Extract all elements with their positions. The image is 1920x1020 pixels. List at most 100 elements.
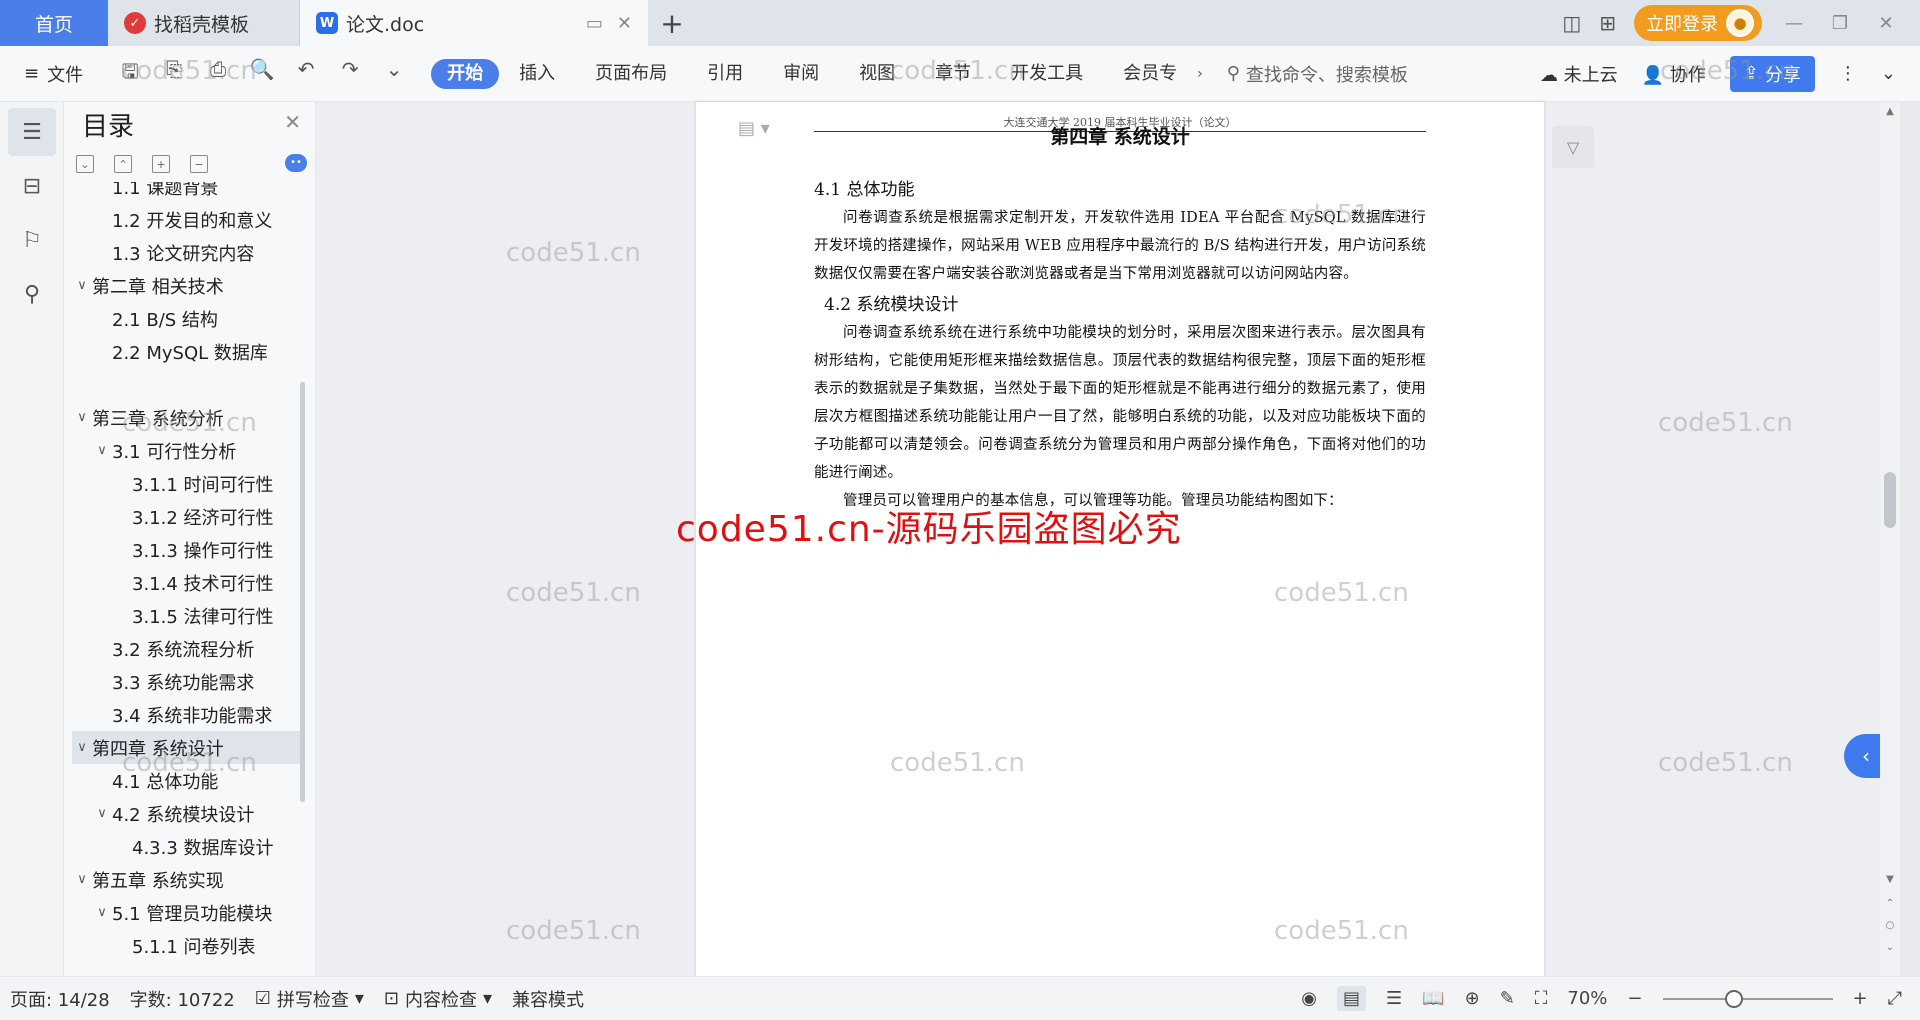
tab-daoke-templates[interactable]: ✓ 找稻壳模板	[108, 0, 300, 46]
toc-item[interactable]: 3.1.5 法律可行性	[72, 599, 304, 632]
export-icon[interactable]: ⎘	[161, 57, 187, 91]
page-view-icon[interactable]: ▤	[1337, 986, 1367, 1011]
filter-panel-icon[interactable]: ▽	[1552, 126, 1594, 168]
undo-icon[interactable]: ↶	[293, 57, 319, 91]
save-icon[interactable]: 🖫	[117, 57, 143, 91]
file-menu-button[interactable]: ≡ 文件	[0, 61, 107, 87]
word-count[interactable]: 字数: 10722	[120, 986, 245, 1012]
toc-item[interactable]: 1.1 课题背景	[72, 182, 304, 203]
toc-item[interactable]: ∨ 第五章 系统实现	[72, 863, 304, 896]
fit-page-icon[interactable]: ⛶	[1535, 988, 1548, 1009]
ribbon-tab-insert[interactable]: 插入	[499, 59, 575, 89]
document-body[interactable]: 第四章 系统设计 4.1 总体功能 问卷调查系统是根据需求定制开发，开发软件选用…	[814, 116, 1426, 515]
add-heading-icon[interactable]: +	[152, 155, 170, 173]
cloud-status-button[interactable]: ☁ 未上云	[1540, 61, 1618, 87]
toc-item[interactable]: 3.1.2 经济可行性	[72, 500, 304, 533]
fullscreen-icon[interactable]: ⤢	[1888, 988, 1902, 1009]
ribbon-tab-member[interactable]: 会员专	[1103, 59, 1197, 89]
close-toc-icon[interactable]: ✕	[284, 110, 301, 134]
scroll-down-icon[interactable]: ▼	[1880, 874, 1900, 885]
page-menu-icon[interactable]: ▤ ▾	[738, 118, 770, 139]
minimize-icon[interactable]: —	[1780, 13, 1808, 34]
tab-document[interactable]: W 论文.doc ▭ ✕	[300, 0, 648, 46]
ribbon-tab-developer[interactable]: 开发工具	[991, 59, 1103, 89]
page-counter[interactable]: 页面: 14/28	[0, 986, 120, 1012]
bookmark-icon[interactable]: ⚐	[8, 216, 56, 264]
ai-toc-icon[interactable]: ••	[285, 154, 307, 172]
layout-icon[interactable]: ◫	[1562, 11, 1581, 35]
print-icon[interactable]: ⎙	[205, 57, 231, 91]
remove-heading-icon[interactable]: −	[190, 155, 208, 173]
tab-home[interactable]: 首页	[0, 0, 108, 46]
collaborate-button[interactable]: 👤 协作	[1642, 61, 1706, 87]
toc-item[interactable]: ∨ 4.2 系统模块设计	[72, 797, 304, 830]
ribbon-tab-references[interactable]: 引用	[687, 59, 763, 89]
pin-window-icon[interactable]: ▭	[586, 13, 603, 34]
more-options-icon[interactable]: ⋮	[1839, 63, 1857, 84]
vertical-scrollbar[interactable]: ▲ ▼ ⌃ ○ ⌄	[1880, 102, 1900, 976]
spell-check-button[interactable]: ☑ 拼写检查 ▾	[245, 986, 374, 1012]
toc-item[interactable]: ∨ 第二章 相关技术	[72, 269, 304, 302]
redo-icon[interactable]: ↷	[337, 57, 363, 91]
chevron-down-icon[interactable]: ∨	[92, 806, 112, 821]
toc-item[interactable]: 3.1.4 技术可行性	[72, 566, 304, 599]
apps-grid-icon[interactable]: ⊞	[1599, 11, 1616, 35]
zoom-level[interactable]: 70%	[1567, 988, 1607, 1009]
ribbon-tab-start[interactable]: 开始	[431, 58, 500, 89]
chevron-down-icon[interactable]: ∨	[72, 872, 92, 887]
chevron-down-icon[interactable]: ∨	[92, 443, 112, 458]
toc-scrollbar[interactable]	[300, 382, 305, 802]
prev-page-icon[interactable]: ⌃	[1880, 898, 1900, 909]
toc-item[interactable]: ∨ 第三章 系统分析	[72, 401, 304, 434]
expand-all-icon[interactable]: ⌄	[76, 155, 94, 173]
ribbon-tab-section[interactable]: 章节	[915, 59, 991, 89]
toc-item[interactable]: ∨ 3.1 可行性分析	[72, 434, 304, 467]
collapse-ribbon-icon[interactable]: ⌄	[1881, 63, 1896, 84]
toc-item[interactable]: 3.1.1 时间可行性	[72, 467, 304, 500]
print-preview-icon[interactable]: 🔍	[249, 57, 275, 91]
login-button[interactable]: 立即登录 ●	[1634, 5, 1762, 41]
toc-item[interactable]: 4.1 总体功能	[72, 764, 304, 797]
toc-item[interactable]: 4.3.3 数据库设计	[72, 830, 304, 863]
toc-item[interactable]: 3.2 系统流程分析	[72, 632, 304, 665]
close-window-icon[interactable]: ✕	[1872, 13, 1900, 34]
write-mode-icon[interactable]: ✎	[1500, 988, 1515, 1009]
zoom-in-icon[interactable]: +	[1853, 988, 1868, 1009]
eye-protection-icon[interactable]: ◉	[1301, 988, 1317, 1009]
chevron-down-icon[interactable]: ∨	[92, 905, 112, 920]
zoom-slider-knob[interactable]	[1724, 989, 1743, 1008]
chevron-down-icon[interactable]: ∨	[72, 410, 92, 425]
web-view-icon[interactable]: ⊕	[1465, 988, 1480, 1009]
close-tab-icon[interactable]: ✕	[617, 13, 632, 34]
toc-panel-icon[interactable]: ☰	[8, 108, 56, 156]
content-check-button[interactable]: ⊡ 内容检查 ▾	[374, 986, 502, 1012]
ribbon-tab-page-layout[interactable]: 页面布局	[575, 59, 687, 89]
toc-item[interactable]: ∨ 5.1 管理员功能模块	[72, 896, 304, 929]
toc-item[interactable]: 2.2 MySQL 数据库	[72, 335, 304, 368]
collapse-all-icon[interactable]: ⌃	[114, 155, 132, 173]
reading-view-icon[interactable]: 📖	[1422, 988, 1444, 1009]
restore-icon[interactable]: ❐	[1826, 13, 1854, 34]
chevron-down-icon[interactable]: ∨	[72, 740, 92, 755]
outline-view-icon[interactable]: ☰	[1386, 988, 1402, 1009]
share-button[interactable]: ⇪ 分享	[1729, 55, 1815, 92]
zoom-out-icon[interactable]: −	[1627, 988, 1642, 1009]
toc-item[interactable]: 1.3 论文研究内容	[72, 236, 304, 269]
scroll-up-icon[interactable]: ▲	[1880, 106, 1900, 117]
customize-chevron-icon[interactable]: ⌄	[381, 57, 407, 91]
toc-item[interactable]: 3.4 系统非功能需求	[72, 698, 304, 731]
zoom-slider[interactable]	[1662, 989, 1833, 1008]
ribbon-tab-review[interactable]: 审阅	[763, 59, 839, 89]
toc-item[interactable]: ∨ 第四章 系统设计	[72, 731, 304, 764]
toc-item[interactable]: 2.1 B/S 结构	[72, 302, 304, 335]
ribbon-more-chevron-icon[interactable]: ›	[1197, 66, 1203, 82]
ribbon-tab-view[interactable]: 视图	[839, 59, 915, 89]
new-tab-button[interactable]: +	[648, 0, 696, 46]
toc-item[interactable]: 1.2 开发目的和意义	[72, 203, 304, 236]
select-browse-icon[interactable]: ○	[1880, 920, 1900, 931]
next-page-icon[interactable]: ⌄	[1880, 942, 1900, 953]
command-search[interactable]: ⚲ 查找命令、搜索模板	[1227, 61, 1408, 87]
navigation-pane-icon[interactable]: ⊟	[8, 162, 56, 210]
find-icon[interactable]: ⚲	[8, 270, 56, 318]
scroll-thumb[interactable]	[1884, 472, 1896, 528]
